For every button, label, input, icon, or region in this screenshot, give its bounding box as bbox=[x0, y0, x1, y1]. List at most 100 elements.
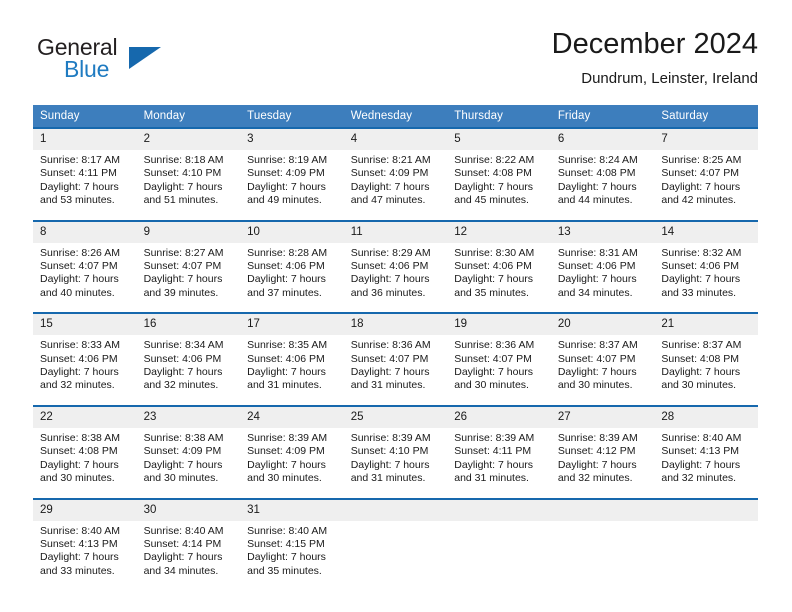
calendar-day-cell[interactable]: 17 Sunrise: 8:35 AM Sunset: 4:06 PM Dayligh… bbox=[240, 312, 344, 393]
day-number: 9 bbox=[136, 221, 241, 243]
day-number: 27 bbox=[550, 406, 655, 428]
calendar-day-cell[interactable]: 9 Sunrise: 8:27 AM Sunset: 4:07 PM Daylight… bbox=[136, 219, 241, 301]
calendar-header-row: Sunday Monday Tuesday Wednesday Thursday… bbox=[33, 105, 758, 128]
calendar-day-cell[interactable]: 18 Sunrise: 8:36 AM Sunset: 4:07 PM Dayligh… bbox=[343, 312, 448, 393]
calendar-day-cell[interactable]: 29 Sunrise: 8:40 AM Sunset: 4:13 PM Dayligh… bbox=[33, 497, 137, 579]
calendar-day-cell[interactable]: 26 Sunrise: 8:39 AM Sunset: 4:11 PM Dayligh… bbox=[447, 404, 551, 486]
day-details: Sunrise: 8:37 AM Sunset: 4:08 PM Daylight:… bbox=[654, 335, 758, 393]
day-number: 3 bbox=[240, 129, 344, 150]
day-details: Sunrise: 8:40 AM Sunset: 4:14 PM Daylight:… bbox=[137, 521, 241, 579]
calendar-day-cell[interactable]: 15 Sunrise: 8:33 AM Sunset: 4:06 PM Dayligh… bbox=[33, 312, 137, 393]
daylight-duration-line2: and 30 minutes. bbox=[247, 472, 322, 485]
daylight-duration-line1: Daylight: 7 hours bbox=[143, 180, 223, 193]
sunset-time: Sunset: 4:06 PM bbox=[40, 352, 118, 365]
calendar-day-cell-empty bbox=[654, 497, 758, 579]
sunset-time: Sunset: 4:08 PM bbox=[40, 445, 118, 458]
calendar-day-cell[interactable]: 19 Sunrise: 8:36 AM Sunset: 4:07 PM Dayligh… bbox=[447, 312, 551, 393]
calendar-day-cell[interactable]: 31 Sunrise: 8:40 AM Sunset: 4:15 PM Dayligh… bbox=[240, 497, 344, 579]
day-number: 12 bbox=[447, 221, 551, 243]
calendar-day-cell[interactable]: 30 Sunrise: 8:40 AM Sunset: 4:14 PM Dayligh… bbox=[136, 497, 241, 579]
sunset-time: Sunset: 4:08 PM bbox=[454, 167, 532, 180]
week-spacer bbox=[33, 485, 758, 499]
calendar-day-cell[interactable]: 1 Sunrise: 8:17 AM Sunset: 4:11 PM Daylight… bbox=[33, 127, 137, 208]
day-number: 20 bbox=[550, 314, 655, 336]
daylight-duration-line2: and 44 minutes. bbox=[557, 194, 633, 207]
calendar-day-cell[interactable]: 21 Sunrise: 8:37 AM Sunset: 4:08 PM Dayligh… bbox=[654, 312, 758, 393]
daylight-duration-line2: and 51 minutes. bbox=[143, 194, 219, 207]
day-number: 26 bbox=[447, 406, 551, 428]
calendar-day-cell[interactable]: 24 Sunrise: 8:39 AM Sunset: 4:09 PM Dayligh… bbox=[240, 404, 344, 486]
day-details: Sunrise: 8:39 AM Sunset: 4:11 PM Daylight:… bbox=[447, 428, 551, 486]
calendar-week-row: 1 Sunrise: 8:17 AM Sunset: 4:11 PM Daylight… bbox=[33, 127, 758, 208]
calendar-day-cell-empty bbox=[550, 497, 655, 579]
calendar-day-cell[interactable]: 4 Sunrise: 8:21 AM Sunset: 4:09 PM Daylight… bbox=[343, 127, 448, 208]
daylight-duration-line1: Daylight: 7 hours bbox=[40, 180, 119, 193]
sunset-time: Sunset: 4:09 PM bbox=[350, 167, 429, 180]
daylight-duration-line2: and 30 minutes. bbox=[454, 379, 529, 392]
week-spacer bbox=[33, 207, 758, 221]
daylight-duration-line2: and 47 minutes. bbox=[350, 194, 426, 207]
sunrise-time: Sunrise: 8:38 AM bbox=[143, 431, 224, 444]
day-details: Sunrise: 8:18 AM Sunset: 4:10 PM Daylight:… bbox=[137, 150, 241, 208]
daylight-duration-line1: Daylight: 7 hours bbox=[143, 551, 223, 564]
calendar-day-cell[interactable]: 5 Sunrise: 8:22 AM Sunset: 4:08 PM Daylight… bbox=[447, 127, 551, 208]
calendar-day-cell[interactable]: 14 Sunrise: 8:32 AM Sunset: 4:06 PM Dayligh… bbox=[654, 219, 758, 301]
day-details: Sunrise: 8:34 AM Sunset: 4:06 PM Daylight:… bbox=[137, 335, 241, 393]
calendar-day-cell[interactable]: 6 Sunrise: 8:24 AM Sunset: 4:08 PM Daylight… bbox=[550, 127, 655, 208]
day-number: 13 bbox=[550, 221, 655, 243]
general-blue-logo[interactable]: General Blue bbox=[33, 34, 233, 90]
sunset-time: Sunset: 4:06 PM bbox=[247, 352, 325, 365]
daylight-duration-line1: Daylight: 7 hours bbox=[661, 273, 741, 286]
sunset-time: Sunset: 4:10 PM bbox=[350, 445, 429, 458]
calendar-day-cell[interactable]: 2 Sunrise: 8:18 AM Sunset: 4:10 PM Daylight… bbox=[136, 127, 241, 208]
daylight-duration-line2: and 31 minutes. bbox=[350, 472, 426, 485]
sunset-time: Sunset: 4:07 PM bbox=[454, 352, 532, 365]
calendar-day-cell[interactable]: 23 Sunrise: 8:38 AM Sunset: 4:09 PM Dayligh… bbox=[136, 404, 241, 486]
calendar-week-row: 15 Sunrise: 8:33 AM Sunset: 4:06 PM Dayligh… bbox=[33, 312, 758, 393]
daylight-duration-line1: Daylight: 7 hours bbox=[143, 366, 223, 379]
day-details: Sunrise: 8:40 AM Sunset: 4:13 PM Daylight:… bbox=[33, 521, 137, 579]
title-block: December 2024 Dundrum, Leinster, Ireland bbox=[552, 26, 758, 90]
calendar-day-cell[interactable]: 10 Sunrise: 8:28 AM Sunset: 4:06 PM Dayligh… bbox=[240, 219, 344, 301]
calendar-day-cell[interactable]: 16 Sunrise: 8:34 AM Sunset: 4:06 PM Dayligh… bbox=[136, 312, 241, 393]
calendar-day-cell[interactable]: 12 Sunrise: 8:30 AM Sunset: 4:06 PM Dayligh… bbox=[447, 219, 551, 301]
daylight-duration-line2: and 49 minutes. bbox=[247, 194, 322, 207]
day-details: Sunrise: 8:37 AM Sunset: 4:07 PM Daylight:… bbox=[551, 335, 655, 393]
day-number: 14 bbox=[654, 221, 758, 243]
logo-text-blue: Blue bbox=[64, 56, 110, 82]
sunset-time: Sunset: 4:11 PM bbox=[454, 445, 532, 458]
calendar-day-cell[interactable]: 28 Sunrise: 8:40 AM Sunset: 4:13 PM Dayligh… bbox=[654, 404, 758, 486]
weekday-header-wednesday: Wednesday bbox=[343, 105, 448, 128]
sunrise-time: Sunrise: 8:35 AM bbox=[247, 339, 328, 352]
day-number: 1 bbox=[33, 129, 137, 150]
daylight-duration-line2: and 32 minutes. bbox=[143, 379, 219, 392]
sunrise-time: Sunrise: 8:33 AM bbox=[40, 339, 120, 352]
calendar-day-cell[interactable]: 22 Sunrise: 8:38 AM Sunset: 4:08 PM Dayligh… bbox=[33, 404, 137, 486]
calendar-day-cell-empty bbox=[447, 497, 551, 579]
sunset-time: Sunset: 4:10 PM bbox=[143, 167, 222, 180]
daylight-duration-line2: and 34 minutes. bbox=[143, 564, 219, 577]
calendar-day-cell[interactable]: 13 Sunrise: 8:31 AM Sunset: 4:06 PM Dayligh… bbox=[550, 219, 655, 301]
calendar-day-cell[interactable]: 27 Sunrise: 8:39 AM Sunset: 4:12 PM Dayligh… bbox=[550, 404, 655, 486]
sunrise-time: Sunrise: 8:25 AM bbox=[661, 154, 742, 166]
calendar-day-cell[interactable]: 20 Sunrise: 8:37 AM Sunset: 4:07 PM Dayligh… bbox=[550, 312, 655, 393]
day-number bbox=[343, 499, 448, 521]
page-title: December 2024 bbox=[551, 28, 758, 60]
calendar-day-cell[interactable]: 25 Sunrise: 8:39 AM Sunset: 4:10 PM Dayligh… bbox=[343, 404, 448, 486]
sunset-time: Sunset: 4:06 PM bbox=[454, 260, 532, 273]
triangle-icon bbox=[129, 47, 161, 69]
daylight-duration-line2: and 34 minutes. bbox=[557, 286, 633, 299]
calendar-day-cell[interactable]: 8 Sunrise: 8:26 AM Sunset: 4:07 PM Daylight… bbox=[33, 219, 137, 301]
calendar-day-cell[interactable]: 3 Sunrise: 8:19 AM Sunset: 4:09 PM Daylight… bbox=[240, 127, 344, 208]
day-number: 7 bbox=[654, 129, 758, 150]
sunset-time: Sunset: 4:15 PM bbox=[247, 537, 325, 550]
day-number: 2 bbox=[136, 129, 241, 150]
week-spacer-cell bbox=[33, 207, 758, 221]
sunset-time: Sunset: 4:08 PM bbox=[661, 352, 740, 365]
day-details: Sunrise: 8:27 AM Sunset: 4:07 PM Daylight:… bbox=[137, 243, 241, 301]
calendar-grid: Sunday Monday Tuesday Wednesday Thursday… bbox=[33, 105, 758, 579]
calendar-day-cell[interactable]: 11 Sunrise: 8:29 AM Sunset: 4:06 PM Dayligh… bbox=[343, 219, 448, 301]
daylight-duration-line1: Daylight: 7 hours bbox=[143, 458, 223, 471]
week-spacer-cell bbox=[33, 300, 758, 314]
calendar-day-cell[interactable]: 7 Sunrise: 8:25 AM Sunset: 4:07 PM Daylight… bbox=[654, 127, 758, 208]
